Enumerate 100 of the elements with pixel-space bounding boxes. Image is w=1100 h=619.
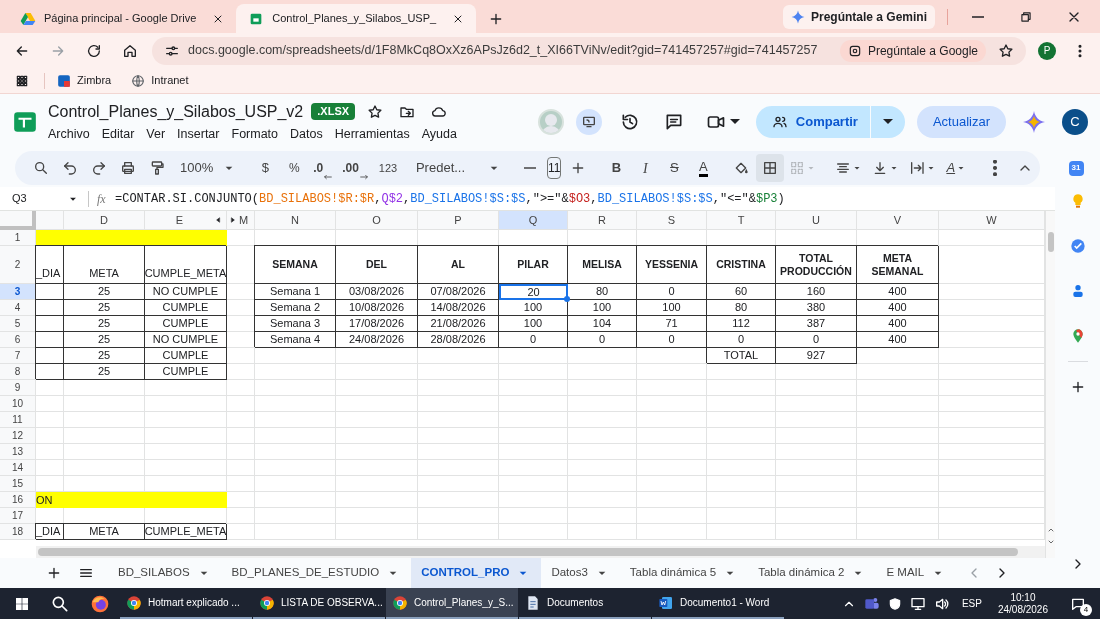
file-type-badge: .XLSX: [311, 103, 356, 120]
sheet-tab[interactable]: Tabla dinámica 2: [748, 558, 877, 588]
row-header[interactable]: 8: [0, 364, 36, 380]
table-cell: NO CUMPLE: [145, 332, 227, 348]
menu-item[interactable]: Ayuda: [421, 124, 457, 144]
row-header[interactable]: 10: [0, 396, 36, 412]
menu-item[interactable]: Herramientas: [334, 124, 410, 144]
taskbar-app[interactable]: LISTA DE OBSERVA...: [253, 588, 385, 619]
row-header[interactable]: 5: [0, 316, 36, 332]
decrease-decimals-button[interactable]: .0: [309, 154, 338, 182]
language-indicator[interactable]: ESP: [961, 596, 982, 611]
row-header[interactable]: 9: [0, 380, 36, 396]
table-cell: 0: [568, 332, 637, 348]
currency-button[interactable]: $: [251, 154, 280, 182]
table-cell: 25: [64, 348, 145, 364]
calendar-button[interactable]: 31: [1068, 160, 1084, 176]
table-cell: TOTAL: [707, 348, 776, 364]
percent-button[interactable]: %: [280, 154, 309, 182]
ask-google-button[interactable]: Pregúntale a Google: [839, 39, 986, 62]
header-cell: _DIA: [36, 524, 64, 540]
sheet-tab[interactable]: BD_PLANES_DE_ESTUDIO: [221, 558, 412, 588]
row-header[interactable]: 1: [0, 230, 36, 246]
menu-item[interactable]: Formato: [231, 124, 279, 144]
text-rotation-button[interactable]: A: [942, 154, 972, 182]
row-header[interactable]: 16: [0, 492, 36, 508]
url-text: docs.google.com/spreadsheets/d/1F8MkCq8OxXz6APsJz6d2_t_XI66TViNv/edit?gid=741457257#gid=741457257: [188, 42, 818, 60]
table-cell: 24/08/2026: [336, 332, 418, 348]
taskbar-app[interactable]: Documentos: [519, 588, 651, 619]
sheet-tab[interactable]: E MAIL: [876, 558, 957, 588]
row-header[interactable]: 17: [0, 508, 36, 524]
row-header[interactable]: 18: [0, 524, 36, 540]
profile-avatar[interactable]: P: [1038, 41, 1056, 60]
address-bar[interactable]: docs.google.com/spreadsheets/d/1F8MkCq8OxXz6APsJz6d2_t_XI66TViNv/edit?gid=741457257#gid=741457257 Pregúntale a Google: [152, 36, 1026, 65]
sheet-tab[interactable]: Tabla dinámica 5: [619, 558, 749, 588]
row-header[interactable]: 12: [0, 428, 36, 444]
update-button[interactable]: Actualizar: [916, 105, 1006, 138]
row-header[interactable]: 13: [0, 444, 36, 460]
column-header[interactable]: S: [637, 211, 707, 230]
column-header[interactable]: V: [857, 211, 939, 230]
table-cell: 0: [707, 332, 776, 348]
menu-item[interactable]: Archivo: [48, 124, 90, 144]
table-cell: Semana 3: [255, 316, 336, 332]
table-cell: 0: [499, 332, 568, 348]
sheet-tab[interactable]: BD_SILABOS: [108, 558, 222, 588]
row-header[interactable]: 4: [0, 300, 36, 316]
name-box[interactable]: Q3: [0, 190, 80, 207]
column-header[interactable]: O: [336, 211, 418, 230]
text-color-button[interactable]: A: [689, 154, 718, 182]
taskbar-app[interactable]: Control_Planes_y_S...: [386, 588, 518, 619]
column-header[interactable]: D: [64, 211, 145, 230]
table-cell: 60: [707, 284, 776, 300]
column-header[interactable]: T: [707, 211, 776, 230]
sheet-tab[interactable]: Datos3: [541, 558, 620, 588]
column-header[interactable]: E: [145, 211, 227, 230]
sheet-tab[interactable]: CONTROL_PRO: [411, 558, 542, 588]
row-header[interactable]: 2: [0, 246, 36, 284]
row-header[interactable]: 14: [0, 460, 36, 476]
table-cell: 25: [64, 364, 145, 380]
font-dropdown[interactable]: Predet...: [411, 154, 506, 182]
font-size-field[interactable]: 11: [546, 157, 562, 179]
browser-tab[interactable]: Página principal - Google Drive: [8, 4, 237, 33]
column-header[interactable]: W: [939, 211, 1045, 230]
table-cell: CUMPLE: [145, 364, 227, 380]
bold-button[interactable]: B: [602, 154, 631, 182]
browser-tab[interactable]: Control_Planes_y_Silabos_USP_: [236, 4, 477, 33]
menu-item[interactable]: Editar: [101, 124, 135, 144]
document-title[interactable]: Control_Planes_y_Silabos_USP_v2: [48, 99, 304, 124]
menu-item[interactable]: Ver: [146, 124, 166, 144]
column-header[interactable]: M: [227, 211, 255, 230]
strikethrough-button[interactable]: S: [660, 154, 689, 182]
row-header[interactable]: 6: [0, 332, 36, 348]
bookmark-link[interactable]: Intranet: [131, 72, 189, 89]
number-format-button[interactable]: 123: [373, 154, 402, 182]
column-header[interactable]: N: [255, 211, 336, 230]
taskbar-app[interactable]: Documento1 - Word: [652, 588, 784, 619]
table-cell: 28/08/2026: [418, 332, 499, 348]
row-header[interactable]: 15: [0, 476, 36, 492]
table-cell: 10/08/2026: [336, 300, 418, 316]
formula-text[interactable]: =CONTAR.SI.CONJUNTO(BD_SILABOS!$R:$R,Q$2,BD_SILABOS!$S:$S,">="&$O3,BD_SILABOS!$S:$S,"<="&$P3): [115, 189, 785, 208]
column-header[interactable]: Q: [499, 211, 568, 230]
menu-item[interactable]: Datos: [290, 124, 323, 144]
table-cell[interactable]: 20: [499, 284, 568, 300]
taskbar-app[interactable]: Hotmart explicado ...: [120, 588, 252, 619]
account-avatar[interactable]: C: [1062, 108, 1088, 135]
row-header[interactable]: 11: [0, 412, 36, 428]
italic-button[interactable]: I: [631, 154, 660, 182]
notification-badge: 4: [1080, 603, 1092, 616]
menu-item[interactable]: Insertar: [177, 124, 220, 144]
clock[interactable]: 10:10 24/08/2026: [997, 591, 1048, 616]
bookmark-link[interactable]: Zimbra: [57, 72, 112, 89]
row-header[interactable]: 3: [0, 284, 36, 300]
gemini-button[interactable]: Pregúntale a Gemini: [782, 4, 935, 29]
table-cell: NO CUMPLE: [145, 284, 227, 300]
notifications-button[interactable]: 4: [1064, 591, 1092, 616]
column-header[interactable]: R: [568, 211, 637, 230]
zoom-dropdown[interactable]: 100%: [176, 154, 242, 182]
column-header[interactable]: P: [418, 211, 499, 230]
column-header[interactable]: U: [776, 211, 857, 230]
increase-decimals-button[interactable]: .00: [338, 154, 373, 182]
row-header[interactable]: 7: [0, 348, 36, 364]
